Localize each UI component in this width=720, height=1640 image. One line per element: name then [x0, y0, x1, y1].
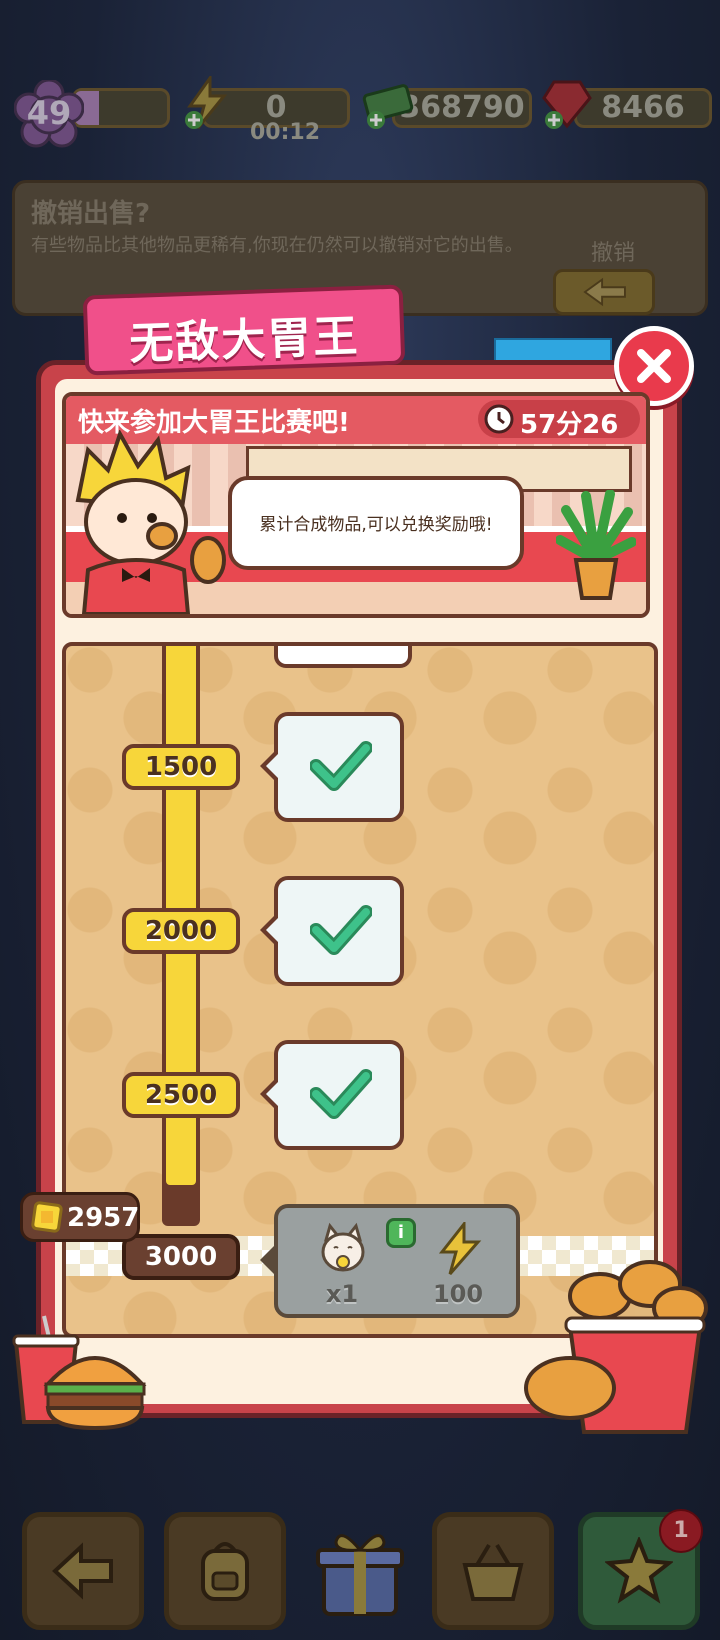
close-icon [637, 349, 671, 383]
event-title: 无敌大胃王 [128, 310, 361, 370]
back-arrow-icon [52, 1542, 113, 1600]
checkmark-icon [310, 741, 372, 791]
milestone-label-1500: 1500 [122, 744, 240, 790]
reward-card-3000[interactable]: x1 i 100 [260, 1204, 520, 1318]
level-number: 49 [26, 94, 72, 132]
burger-icon [43, 1356, 147, 1431]
backpack-icon [201, 1542, 249, 1601]
checkmark-icon [310, 905, 372, 955]
milestone-card-1500[interactable] [260, 712, 404, 822]
star-icon [605, 1537, 673, 1604]
notification-badge: 1 [659, 1509, 703, 1553]
event-coin-icon [31, 1201, 63, 1233]
gem-value: 8466 [601, 90, 685, 125]
basket-icon [462, 1543, 524, 1601]
top-resource-bar: 49 0 00:12 368790 8466 [0, 76, 720, 148]
xp-bar [72, 88, 170, 128]
backpack-button[interactable] [164, 1512, 286, 1630]
potted-plant-icon [556, 490, 636, 600]
undo-title: 撤销出售? [31, 199, 151, 229]
gift-box-icon[interactable] [310, 1520, 410, 1620]
cash-value: 368790 [399, 90, 525, 125]
event-title-tab: 无敌大胃王 [82, 284, 406, 376]
checkmark-icon [310, 1069, 372, 1119]
reward-count-energy: 100 [432, 1280, 484, 1308]
undo-description: 有些物品比其他物品更稀有,你现在仍然可以撤销对它的出售。 [31, 235, 523, 256]
milestone-ladder: 1500 2000 2500 3000 x1 i 100 [62, 642, 658, 1338]
undo-arrow-icon [583, 277, 626, 307]
shop-basket-button[interactable] [432, 1512, 554, 1630]
milestone-label-2000: 2000 [122, 908, 240, 954]
back-button[interactable] [22, 1512, 144, 1630]
star-button[interactable]: 1 [578, 1509, 703, 1630]
energy-timer: 00:12 [250, 120, 321, 145]
fried-chicken-icon [524, 1356, 616, 1420]
clock-icon [484, 404, 514, 434]
milestone-label-2500: 2500 [122, 1072, 240, 1118]
speech-text: 累计合成物品,可以兑换奖励哦! [259, 515, 493, 535]
previous-milestone-card [274, 646, 412, 668]
milestone-card-2000[interactable] [260, 876, 404, 986]
milestone-label-3000: 3000 [122, 1234, 240, 1280]
lightning-icon [185, 76, 228, 129]
cash-stack-icon [362, 84, 414, 129]
reward-count-lucky-cat: x1 [325, 1280, 359, 1308]
current-points: 2957 [67, 1203, 140, 1233]
ruby-gem-icon [542, 80, 592, 129]
milestone-card-2500[interactable] [260, 1040, 404, 1150]
reward-lucky-cat[interactable]: x1 i [292, 1218, 416, 1314]
reward-energy[interactable]: 100 [408, 1218, 508, 1314]
lightning-energy-icon [438, 1222, 482, 1275]
speech-bubble: 累计合成物品,可以兑换奖励哦! [228, 476, 524, 570]
chef-mascot-icon [75, 430, 226, 614]
undo-label: 撤销 [590, 241, 635, 266]
lucky-cat-icon [321, 1222, 365, 1272]
undo-button[interactable] [553, 269, 655, 315]
current-points-badge: 2957 [20, 1192, 140, 1242]
event-timer-box: 57分26秒 [478, 400, 640, 477]
gem-bar[interactable]: 8466 [574, 88, 712, 128]
